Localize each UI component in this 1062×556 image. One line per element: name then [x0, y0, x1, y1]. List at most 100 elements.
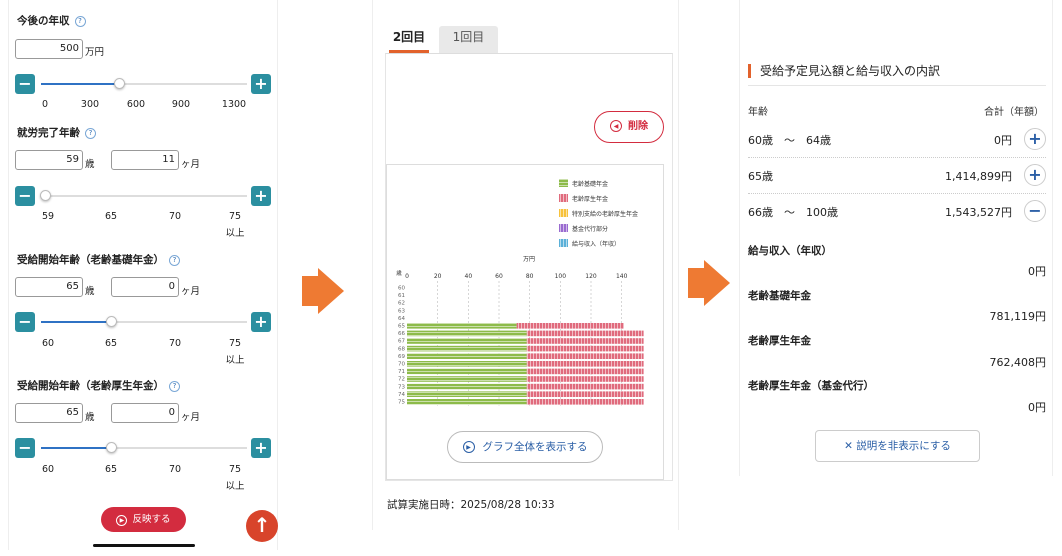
retire-minus-button[interactable]: − [15, 186, 35, 206]
expand-plus-icon[interactable]: + [1024, 164, 1046, 186]
x-tick-label: 40 [465, 273, 473, 280]
income-input[interactable]: 500 [15, 39, 83, 59]
retire-tick-sub: 以上 [225, 228, 245, 239]
help-icon[interactable]: ? [169, 255, 180, 266]
apply-button[interactable]: ▶ 反映する [101, 507, 186, 532]
bar-segment [407, 338, 527, 344]
collapse-minus-icon[interactable]: − [1024, 200, 1046, 222]
y-tick-label: 65 [398, 324, 405, 330]
y-tick-label: 73 [398, 384, 405, 390]
bar-segment [526, 376, 644, 382]
y-tick-label: 75 [398, 400, 405, 406]
y-tick-label: 61 [398, 293, 405, 299]
x-unit-label: 万円 [523, 256, 535, 263]
retire-slider-track[interactable] [41, 195, 247, 197]
row-age: 66歳 ～ 100歳 [748, 206, 838, 219]
detail-value: 0円 [1028, 401, 1046, 414]
help-icon[interactable]: ? [169, 381, 180, 392]
retire-plus-button[interactable]: + [251, 186, 271, 206]
income-tick: 0 [41, 99, 49, 110]
income-slider-fill [41, 83, 120, 85]
income-minus-button[interactable]: − [15, 74, 35, 94]
bar-segment [407, 368, 527, 375]
row-amount: 0円 [994, 134, 1012, 147]
bar-segment [526, 338, 644, 344]
bar-segment [526, 383, 644, 390]
basic-pension-plus-button[interactable]: + [251, 312, 271, 332]
bar-segment [526, 345, 644, 352]
bar-segment [407, 361, 527, 367]
basic-pension-years-unit: 歳 [85, 286, 95, 297]
retire-slider-thumb[interactable] [40, 190, 52, 201]
expand-plus-icon[interactable]: + [1024, 128, 1046, 150]
detail-label: 老齢厚生年金（基金代行） [748, 380, 874, 392]
table-row: 60歳 ～ 64歳 0円 + [748, 122, 1046, 158]
delete-button[interactable]: ◀ 削除 [594, 111, 664, 143]
retire-months-input[interactable]: 11 [111, 150, 179, 170]
y-tick-label: 66 [398, 331, 405, 337]
show-full-graph-button[interactable]: ▶ グラフ全体を表示する [447, 431, 603, 463]
employee-pension-plus-button[interactable]: + [251, 438, 271, 458]
hide-explanation-button[interactable]: ✕ 説明を非表示にする [815, 430, 980, 462]
y-tick-label: 72 [398, 377, 405, 383]
employee-pension-tick: 60 [41, 464, 55, 475]
row-age: 60歳 ～ 64歳 [748, 134, 831, 147]
help-icon[interactable]: ? [74, 16, 86, 27]
retire-title: 就労完了年齢 [17, 127, 80, 139]
x-tick-label: 100 [555, 273, 567, 280]
employee-pension-years-input[interactable]: 65 [15, 403, 83, 423]
x-tick-label: 80 [526, 273, 534, 280]
legend-label: 基金代行部分 [572, 225, 608, 233]
employee-pension-slider-thumb[interactable] [106, 442, 118, 453]
retire-years-input[interactable]: 59 [15, 150, 83, 170]
bar-segment [526, 361, 644, 367]
bar-segment [526, 399, 644, 405]
detail-value: 762,408円 [989, 356, 1047, 369]
y-tick-label: 70 [398, 362, 405, 368]
legend-label: 老齢厚生年金 [572, 195, 608, 203]
scroll-to-top-button[interactable]: ↑ [246, 510, 278, 542]
income-plus-button[interactable]: + [251, 74, 271, 94]
employee-pension-tick: 65 [104, 464, 118, 475]
bar-segment [407, 330, 527, 337]
income-tick: 600 [126, 99, 146, 110]
employee-pension-minus-button[interactable]: − [15, 438, 35, 458]
age-axis-label: 歳 [396, 269, 402, 277]
employee-pension-months-input[interactable]: 0 [111, 403, 179, 423]
income-slider-thumb[interactable] [114, 78, 126, 89]
basic-pension-tick-sub: 以上 [225, 355, 245, 366]
retire-years-unit: 歳 [85, 159, 95, 170]
bar-segment [407, 323, 517, 329]
y-tick-label: 67 [398, 339, 405, 345]
y-tick-label: 71 [398, 369, 405, 375]
table-row: 65歳 1,414,899円 + [748, 158, 1046, 194]
bar-segment [526, 368, 644, 375]
legend-label: 特別支給の老齢厚生年金 [572, 210, 638, 218]
legend-swatch [559, 179, 568, 187]
bar-segment [526, 353, 644, 359]
income-section-title: 今後の年収? [17, 13, 86, 28]
delete-label: 削除 [628, 121, 648, 132]
retire-tick: 59 [41, 211, 55, 222]
y-tick-label: 62 [398, 301, 405, 307]
legend-swatch [559, 209, 568, 217]
total-column-header: 合計（年額） [984, 107, 1044, 118]
help-icon[interactable]: ? [85, 128, 96, 139]
basic-pension-minus-button[interactable]: − [15, 312, 35, 332]
bar-segment [407, 376, 527, 382]
divider [748, 85, 1046, 86]
legend-swatch [559, 239, 568, 247]
detail-label: 老齢基礎年金 [748, 290, 811, 302]
x-tick-label: 120 [585, 273, 597, 280]
tab-round-2[interactable]: 2回目 [389, 26, 429, 53]
tab-round-1[interactable]: 1回目 [439, 26, 498, 53]
basic-pension-years-input[interactable]: 65 [15, 277, 83, 297]
employee-pension-years-unit: 歳 [85, 412, 95, 423]
basic-pension-slider-thumb[interactable] [106, 316, 118, 327]
bar-segment [526, 391, 644, 397]
income-tick: 900 [171, 99, 191, 110]
row-amount: 1,543,527円 [945, 206, 1012, 219]
basic-pension-months-input[interactable]: 0 [111, 277, 179, 297]
execution-timestamp: 試算実施日時：2025/08/28 10:33 [387, 499, 555, 511]
arrow-up-icon: ↑ [253, 513, 271, 537]
